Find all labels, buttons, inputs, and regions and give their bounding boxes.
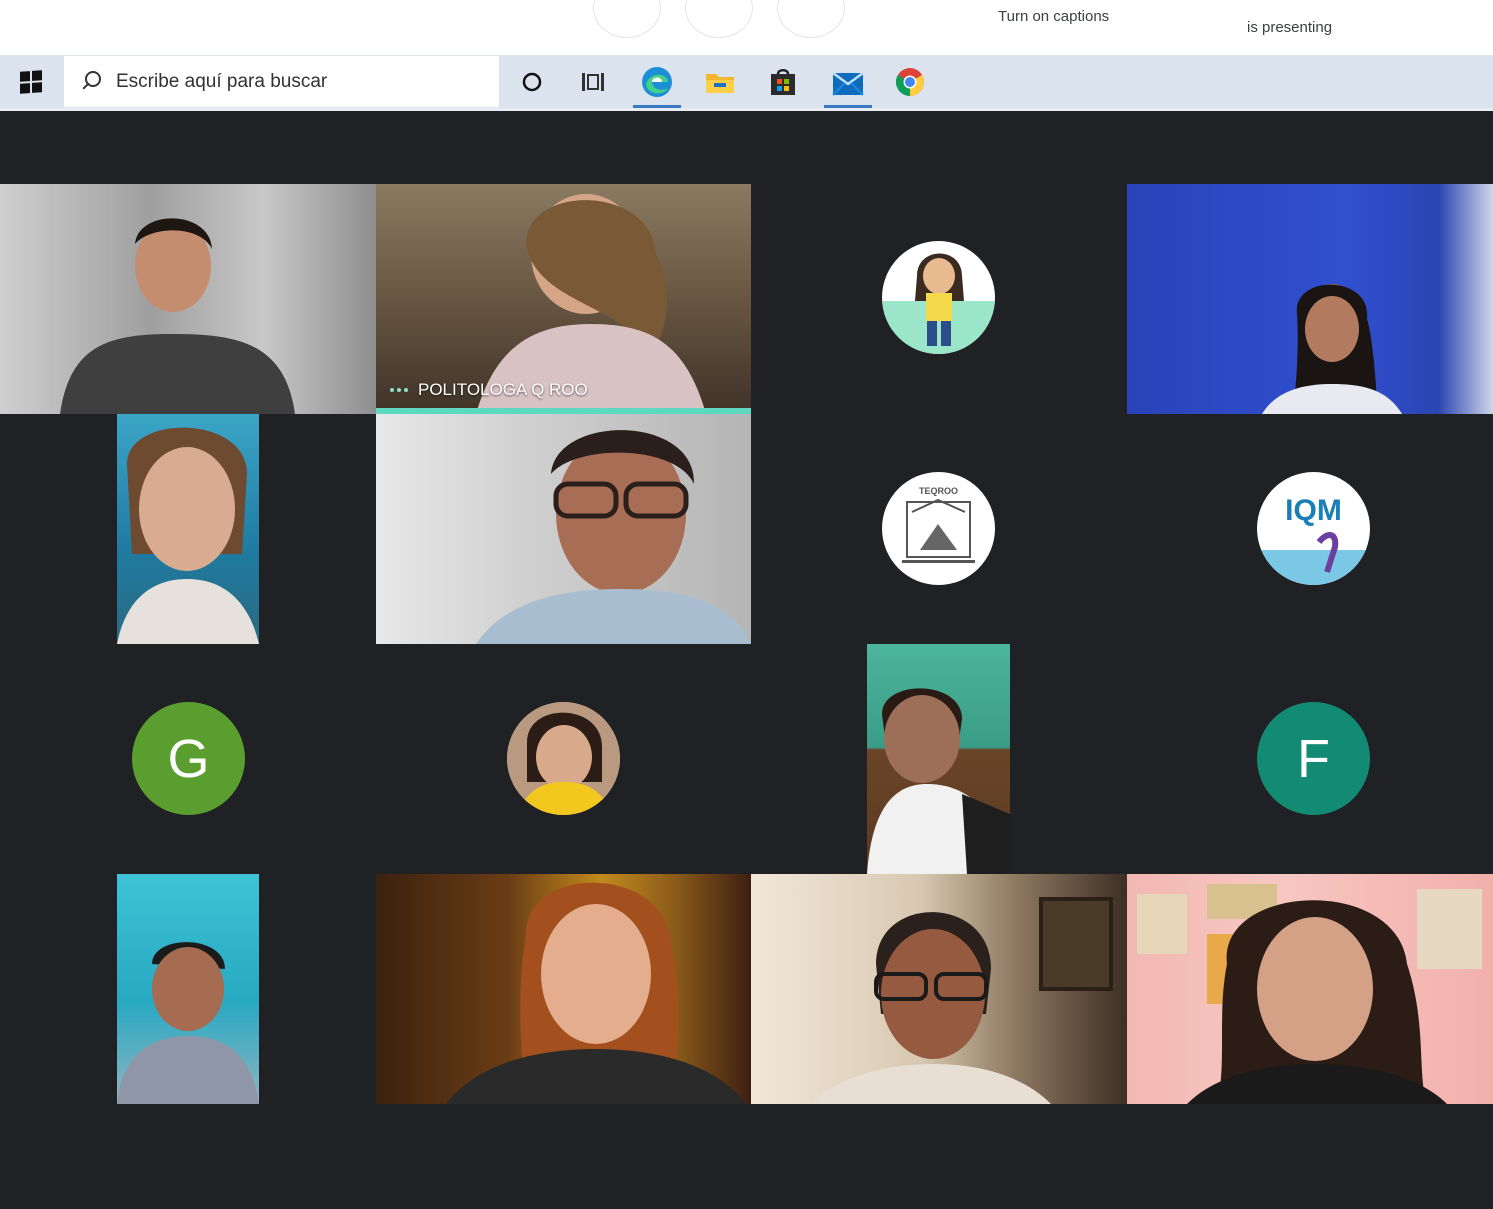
task-view-button[interactable] bbox=[563, 55, 623, 108]
speaking-indicator-icon bbox=[390, 388, 408, 392]
participant-video bbox=[376, 874, 751, 1104]
windows-start-icon bbox=[20, 69, 42, 94]
participant-avatar-f: F bbox=[1257, 702, 1370, 815]
store-button[interactable] bbox=[753, 55, 813, 108]
participant-tile[interactable] bbox=[0, 184, 376, 414]
participant-tile[interactable] bbox=[751, 874, 1127, 1104]
participant-photo-avatar bbox=[507, 702, 620, 815]
mail-button[interactable] bbox=[818, 55, 878, 108]
teqroo-avatar: TEQROO bbox=[882, 472, 995, 585]
participant-video bbox=[117, 874, 259, 1104]
cartoon-avatar-icon bbox=[882, 253, 995, 354]
participant-video bbox=[867, 644, 1010, 874]
task-view-icon bbox=[582, 72, 604, 91]
participant-tile[interactable] bbox=[376, 414, 751, 644]
taskbar-search-box[interactable] bbox=[64, 56, 499, 107]
control-button-partial[interactable] bbox=[685, 0, 753, 38]
file-explorer-icon bbox=[706, 73, 734, 93]
participant-tile[interactable] bbox=[867, 644, 1010, 874]
participant-video bbox=[751, 874, 1127, 1104]
participant-tile[interactable] bbox=[117, 414, 259, 644]
tribunal-logo-icon: TEQROO bbox=[902, 486, 975, 563]
chrome-button[interactable] bbox=[880, 55, 940, 108]
taskbar-search-input[interactable] bbox=[114, 69, 498, 94]
participant-silhouette bbox=[117, 427, 259, 644]
search-icon bbox=[80, 70, 102, 93]
participant-silhouette bbox=[1137, 884, 1482, 1104]
participant-silhouette bbox=[476, 430, 751, 644]
participant-tile[interactable] bbox=[376, 644, 751, 874]
teqroo-logo-text: TEQROO bbox=[919, 486, 958, 496]
participant-tile[interactable] bbox=[751, 184, 1127, 414]
participant-video bbox=[117, 414, 259, 644]
participant-tile[interactable]: G bbox=[0, 644, 376, 874]
participant-video bbox=[1127, 874, 1493, 1104]
participant-tile[interactable]: IQM bbox=[1127, 414, 1493, 644]
participant-silhouette bbox=[446, 882, 746, 1104]
mail-icon bbox=[832, 71, 864, 96]
participant-name: POLITOLOGA Q ROO bbox=[418, 380, 588, 399]
active-speaker-tile[interactable]: POLITOLOGA Q ROO bbox=[376, 184, 751, 414]
meeting-stage: POLITOLOGA Q ROO TEQROO IQM G F bbox=[0, 111, 1493, 1209]
participant-video bbox=[0, 184, 376, 414]
store-icon bbox=[771, 68, 795, 95]
iqm-logo-text: IQM bbox=[1285, 494, 1342, 527]
participant-silhouette bbox=[60, 218, 295, 414]
participant-tile[interactable] bbox=[376, 874, 751, 1104]
participant-tile[interactable] bbox=[117, 874, 259, 1104]
participant-silhouette bbox=[1262, 284, 1402, 414]
participant-silhouette bbox=[811, 897, 1113, 1104]
captions-button-label[interactable]: Turn on captions bbox=[998, 8, 1109, 25]
participant-video bbox=[376, 414, 751, 644]
control-button-partial[interactable] bbox=[593, 0, 661, 38]
participant-video bbox=[1127, 184, 1493, 414]
participant-avatar-g: G bbox=[132, 702, 245, 815]
presenting-label[interactable]: is presenting bbox=[1247, 19, 1332, 36]
start-button[interactable] bbox=[0, 55, 62, 108]
participant-tile[interactable]: TEQROO bbox=[751, 414, 1127, 644]
windows-taskbar bbox=[0, 55, 1493, 111]
meet-controls-strip: Turn on captions is presenting bbox=[0, 0, 1493, 55]
participant-tile[interactable] bbox=[1127, 874, 1493, 1104]
participant-photo-icon bbox=[507, 702, 620, 815]
iqm-avatar: IQM bbox=[1257, 472, 1370, 585]
cortana-button[interactable] bbox=[502, 55, 562, 108]
participant-silhouette bbox=[867, 688, 1010, 874]
edge-icon bbox=[642, 66, 672, 97]
file-explorer-button[interactable] bbox=[690, 55, 750, 108]
iqm-logo-icon: IQM bbox=[1257, 494, 1370, 585]
cartoon-avatar bbox=[882, 241, 995, 354]
participant-tile[interactable]: F bbox=[1127, 644, 1493, 874]
participant-silhouette bbox=[117, 942, 259, 1104]
avatar-initial: G bbox=[167, 728, 210, 789]
chrome-icon bbox=[896, 67, 924, 96]
participant-name-label: POLITOLOGA Q ROO bbox=[390, 380, 588, 400]
avatar-initial: F bbox=[1297, 728, 1330, 789]
control-button-partial[interactable] bbox=[777, 0, 845, 38]
cortana-icon bbox=[522, 72, 542, 91]
edge-taskbar-button[interactable] bbox=[627, 55, 687, 108]
participant-tile[interactable] bbox=[1127, 184, 1493, 414]
